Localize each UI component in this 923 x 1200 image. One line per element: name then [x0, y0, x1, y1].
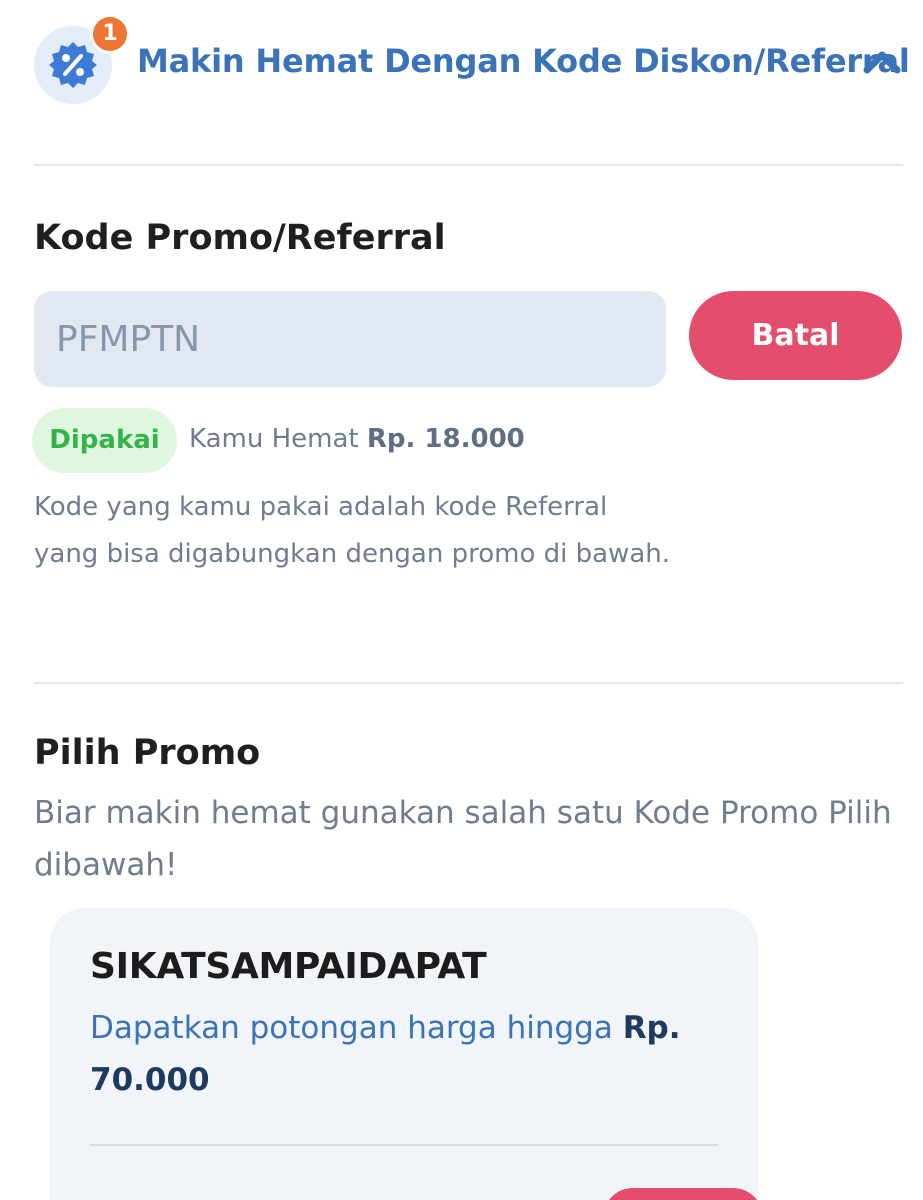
- use-promo-button[interactable]: [603, 1188, 763, 1200]
- status-badge: Dipakai: [32, 408, 177, 473]
- promo-card-desc-prefix: Dapatkan potongan harga hingga: [90, 1010, 613, 1046]
- discount-header[interactable]: 1 Makin Hemat Dengan Kode Diskon/Referra…: [0, 0, 923, 130]
- card-divider: [90, 1144, 718, 1146]
- notification-count-badge: 1: [90, 14, 130, 54]
- promo-card-code: SIKATSAMPAIDAPAT: [90, 946, 487, 987]
- referral-note: Kode yang kamu pakai adalah kode Referra…: [34, 492, 670, 569]
- savings-amount: Rp. 18.000: [366, 424, 525, 454]
- header-title[interactable]: Makin Hemat Dengan Kode Diskon/Referral: [137, 42, 910, 80]
- chevron-up-icon[interactable]: [862, 48, 902, 76]
- discount-gear-icon: [49, 42, 97, 88]
- choose-promo-title: Pilih Promo: [34, 733, 261, 773]
- promo-code-input[interactable]: [34, 291, 666, 387]
- section-divider: [34, 164, 903, 166]
- promo-card-description: Dapatkan potongan harga hingga Rp. 70.00…: [90, 1002, 710, 1106]
- cancel-button[interactable]: Batal: [689, 291, 902, 380]
- promo-section-title: Kode Promo/Referral: [34, 218, 446, 258]
- section-divider: [34, 682, 903, 684]
- page: 1 Makin Hemat Dengan Kode Diskon/Referra…: [0, 0, 923, 1200]
- savings-prefix: Kamu Hemat: [189, 424, 359, 454]
- promo-card[interactable]: SIKATSAMPAIDAPAT Dapatkan potongan harga…: [50, 908, 763, 1200]
- choose-promo-subtitle: Biar makin hemat gunakan salah satu Kode…: [34, 795, 892, 883]
- savings-text: Kamu Hemat Rp. 18.000: [189, 424, 525, 454]
